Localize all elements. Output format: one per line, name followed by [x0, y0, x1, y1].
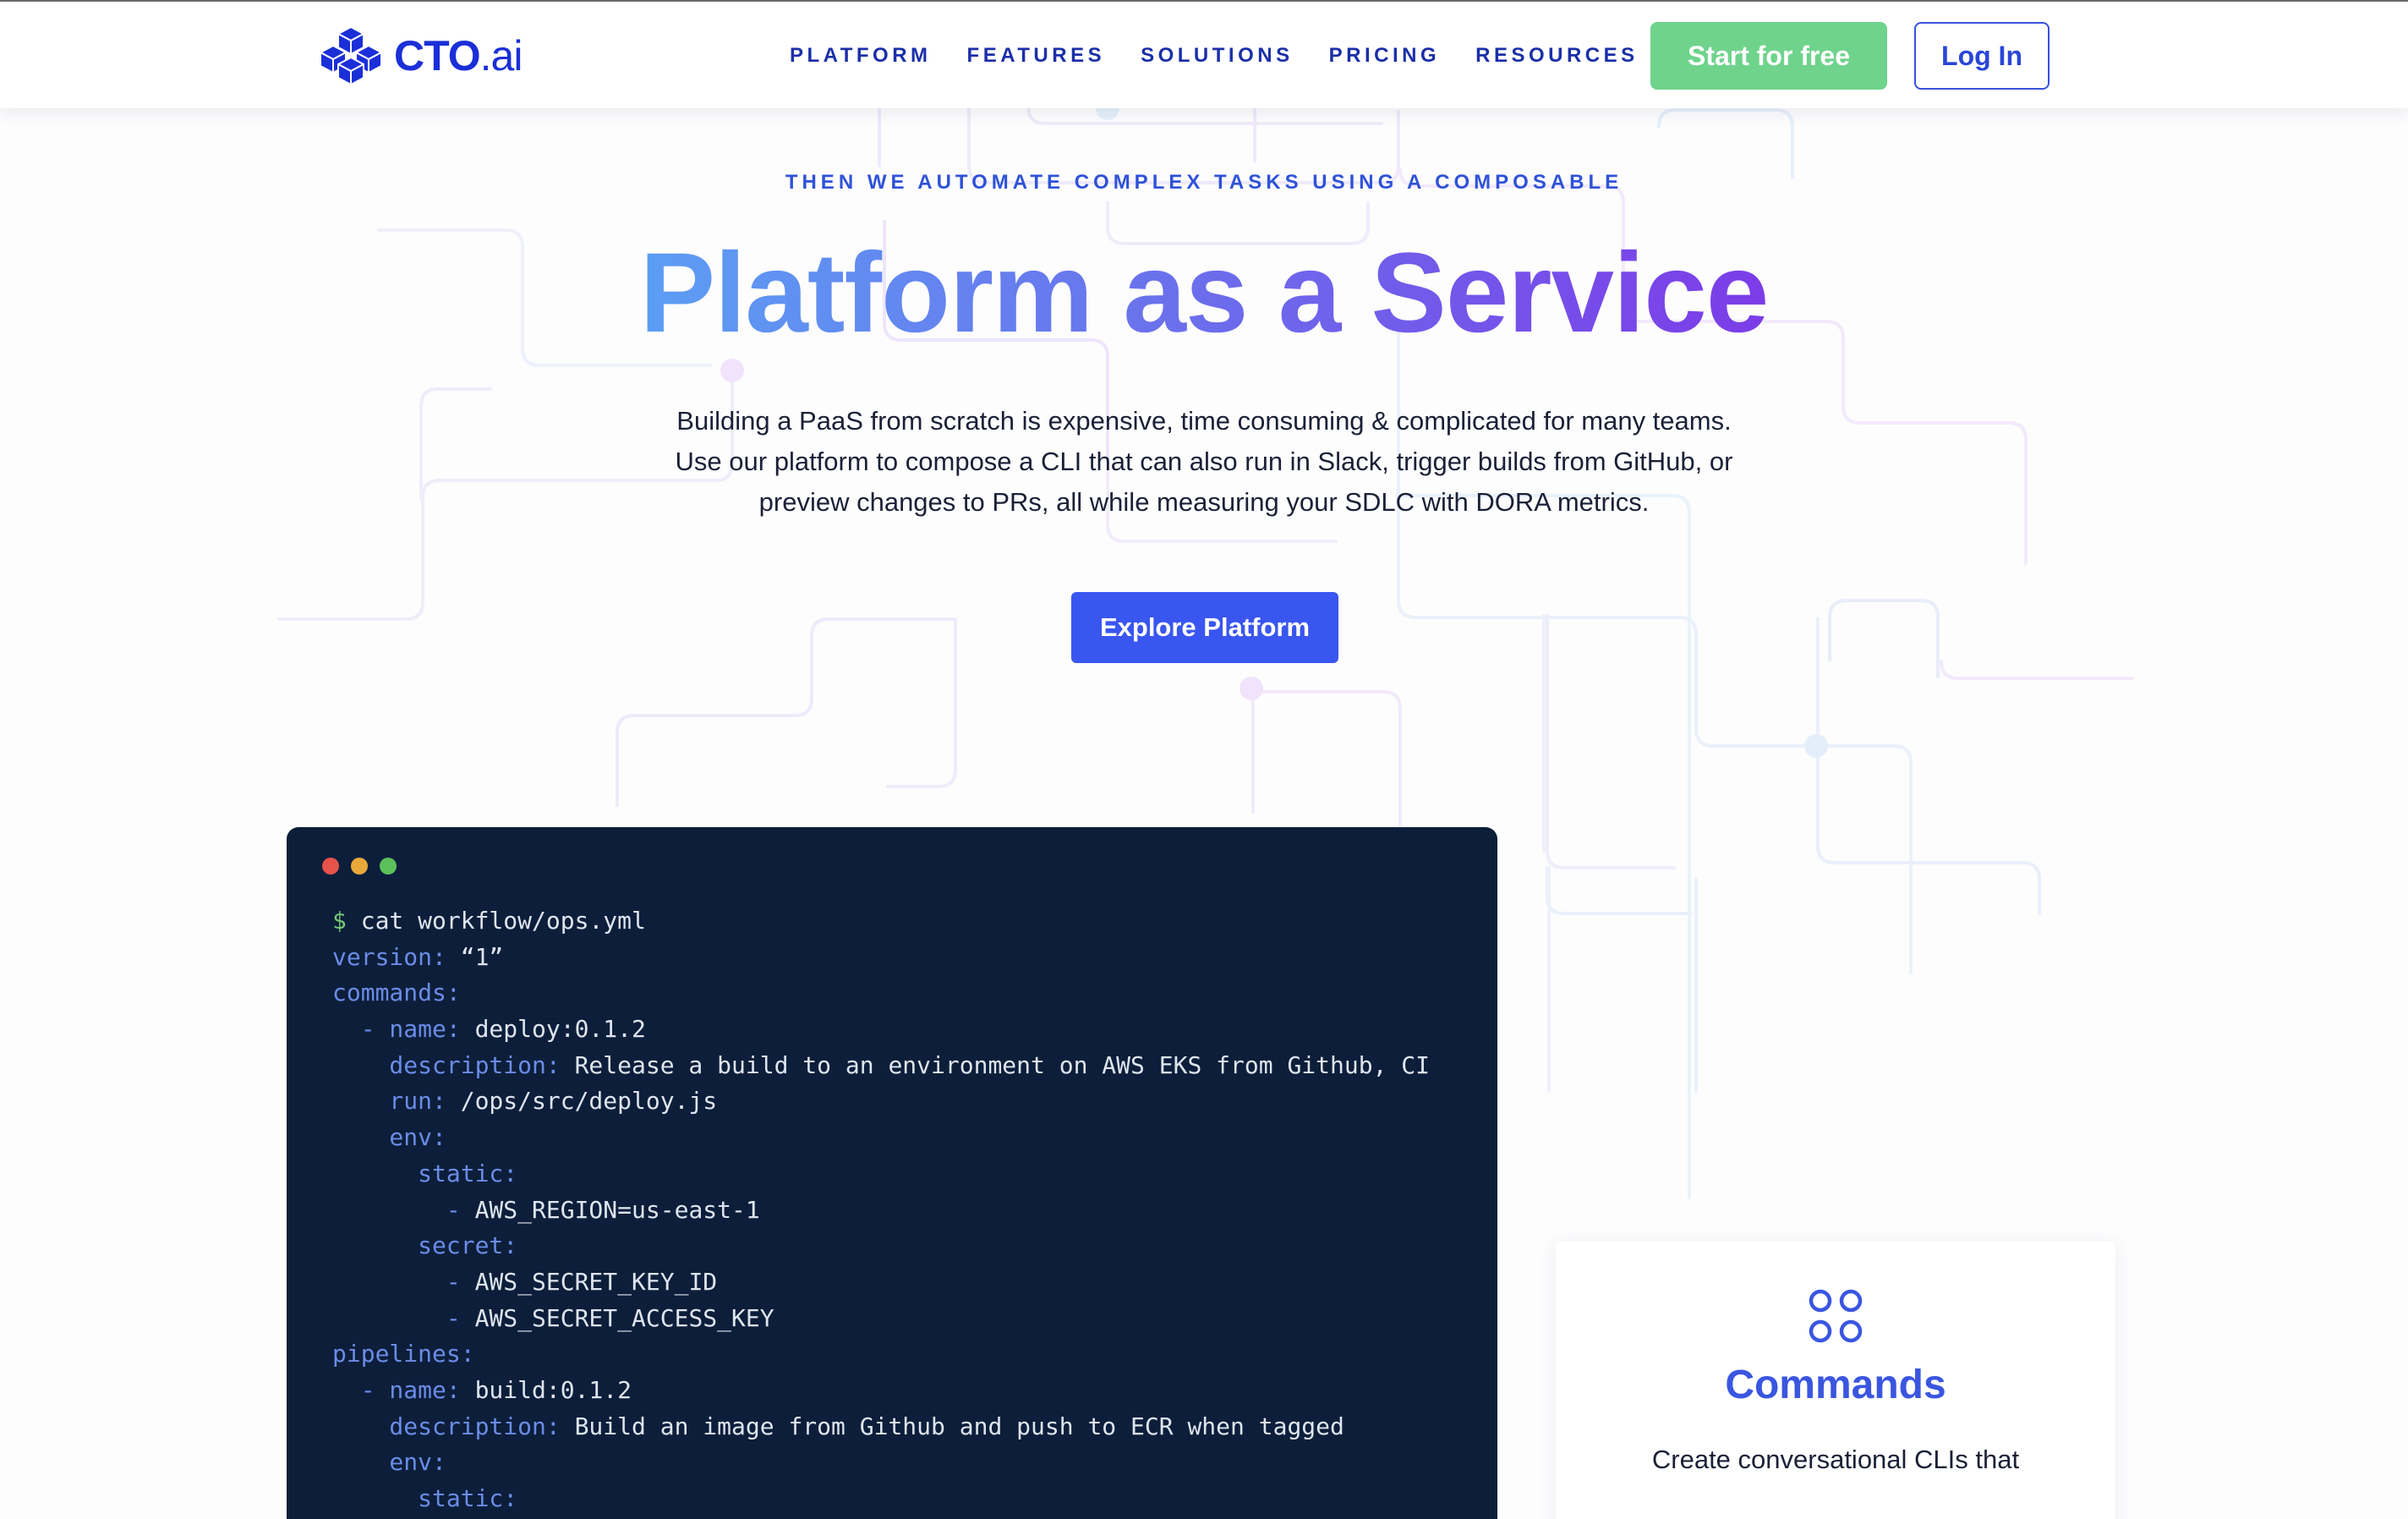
yaml-value: Release a build to an environment on AWS… [560, 1050, 1431, 1079]
yaml-value: build:0.1.2 [460, 1375, 632, 1404]
minimize-dot-icon [351, 858, 368, 875]
top-navigation-bar: CTO.ai PLATFORM FEATURES SOLUTIONS PRICI… [0, 0, 2408, 108]
nav-link-pricing[interactable]: PRICING [1329, 44, 1441, 68]
code-line: description: Release a build to an envir… [332, 1048, 1497, 1084]
hero-eyebrow: THEN WE AUTOMATE COMPLEX TASKS USING A C… [785, 171, 1623, 194]
nav-link-features[interactable]: FEATURES [967, 44, 1106, 68]
feature-card-description: Create conversational CLIs that [1651, 1445, 2020, 1474]
main-nav: PLATFORM FEATURES SOLUTIONS PRICING RESO… [790, 36, 1674, 76]
code-line: - AWS_REGION=us-east-1 [332, 1193, 1497, 1229]
start-for-free-button[interactable]: Start for free [1650, 22, 1887, 90]
code-line: secret: [332, 1228, 1497, 1264]
hero-description-line: Use our platform to compose a CLI that c… [675, 447, 1733, 476]
yaml-value: cat workflow/ops.yml [360, 907, 646, 935]
brand-name-main: CTO [394, 32, 481, 80]
nav-link-solutions[interactable]: SOLUTIONS [1141, 44, 1294, 68]
code-line: static: [332, 1156, 1497, 1193]
yaml-key: - [332, 1195, 461, 1224]
code-line: - name: deploy:0.1.2 [332, 1012, 1497, 1048]
yaml-key: - name: [332, 1375, 461, 1404]
code-line: static: [332, 1481, 1497, 1517]
yaml-value: “1” [446, 942, 504, 971]
explore-platform-button[interactable]: Explore Platform [1071, 592, 1338, 663]
code-line: version: “1” [332, 940, 1497, 976]
shell-prompt: $ [332, 907, 361, 935]
code-line: $ cat workflow/ops.yml [332, 903, 1497, 940]
yaml-key: env: [332, 1123, 446, 1152]
yaml-code-block: $ cat workflow/ops.yml version: “1” comman… [332, 903, 1497, 1517]
four-circles-icon [1809, 1289, 1863, 1343]
code-line: env: [332, 1120, 1497, 1156]
yaml-key: env: [332, 1448, 446, 1477]
yaml-key: pipelines: [332, 1340, 475, 1368]
brand-name-suffix: .ai [479, 32, 523, 80]
code-line: description: Build an image from Github … [332, 1409, 1497, 1445]
yaml-key: static: [332, 1484, 518, 1512]
yaml-key: description: [332, 1412, 561, 1440]
brand-wordmark: CTO.ai [394, 25, 523, 86]
yaml-key: secret: [332, 1231, 518, 1260]
hero-description: Building a PaaS from scratch is expensiv… [612, 401, 1796, 523]
yaml-key: version: [332, 942, 446, 971]
code-line: pipelines: [332, 1336, 1497, 1373]
yaml-value: /ops/src/deploy.js [446, 1087, 718, 1116]
feature-card-title: Commands [1725, 1363, 1946, 1407]
code-line: - AWS_SECRET_ACCESS_KEY [332, 1301, 1497, 1337]
hero-headline-text: Platform as a Service [639, 230, 1770, 356]
hero-headline: Platform as a Service [0, 230, 2408, 357]
code-terminal-window: $ cat workflow/ops.yml version: “1” comman… [287, 827, 1497, 1519]
yaml-key: - name: [332, 1015, 461, 1044]
maximize-dot-icon [380, 858, 397, 875]
yaml-value: AWS_SECRET_KEY_ID [460, 1267, 718, 1296]
code-line: commands: [332, 975, 1497, 1012]
code-line: env: [332, 1445, 1497, 1481]
yaml-key: static: [332, 1159, 518, 1187]
yaml-value: AWS_REGION=us-east-1 [460, 1195, 760, 1224]
yaml-key: description: [332, 1050, 561, 1079]
brand-logo[interactable]: CTO.ai [316, 25, 523, 86]
hero-description-line: Building a PaaS from scratch is expensiv… [676, 406, 1732, 436]
close-dot-icon [322, 858, 339, 875]
code-line: run: /ops/src/deploy.js [332, 1083, 1497, 1120]
feature-card-commands: Commands Create conversational CLIs that [1556, 1242, 2115, 1519]
code-line: - name: build:0.1.2 [332, 1373, 1497, 1409]
yaml-key: commands: [332, 979, 461, 1007]
yaml-value: AWS_SECRET_ACCESS_KEY [460, 1303, 774, 1332]
yaml-key: - [332, 1267, 461, 1296]
code-line: - AWS_SECRET_KEY_ID [332, 1264, 1497, 1301]
yaml-key: - [332, 1303, 461, 1332]
yaml-key: run: [332, 1087, 446, 1116]
yaml-value: deploy:0.1.2 [460, 1015, 646, 1044]
cube-cluster-icon [320, 26, 382, 85]
nav-link-resources[interactable]: RESOURCES [1475, 44, 1639, 68]
hero-description-line: preview changes to PRs, all while measur… [758, 487, 1650, 517]
window-controls [322, 858, 397, 875]
yaml-value: Build an image from Github and push to E… [560, 1412, 1344, 1440]
log-in-button[interactable]: Log In [1914, 22, 2050, 90]
nav-link-platform[interactable]: PLATFORM [790, 44, 932, 68]
